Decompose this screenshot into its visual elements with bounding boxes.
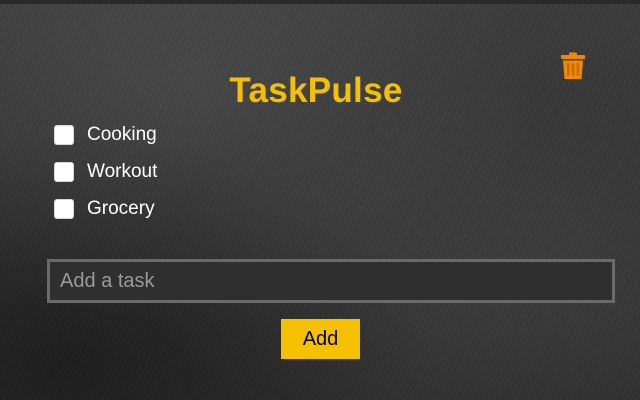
add-task-input[interactable]	[47, 259, 615, 303]
task-checkbox[interactable]	[54, 125, 74, 145]
top-strip	[0, 0, 640, 4]
task-list: Cooking Workout Grocery	[54, 123, 157, 234]
task-checkbox[interactable]	[54, 162, 74, 182]
task-label: Cooking	[87, 124, 157, 145]
task-checkbox[interactable]	[54, 199, 74, 219]
task-label: Workout	[87, 161, 158, 182]
app-title: TaskPulse	[229, 71, 403, 111]
task-item-workout[interactable]: Workout	[54, 160, 157, 184]
add-task-button[interactable]: Add	[281, 319, 360, 359]
task-item-grocery[interactable]: Grocery	[54, 197, 157, 221]
task-label: Grocery	[87, 198, 155, 219]
trash-icon[interactable]	[558, 51, 588, 81]
trash-icon-graphic	[561, 52, 585, 79]
task-item-cooking[interactable]: Cooking	[54, 123, 157, 147]
